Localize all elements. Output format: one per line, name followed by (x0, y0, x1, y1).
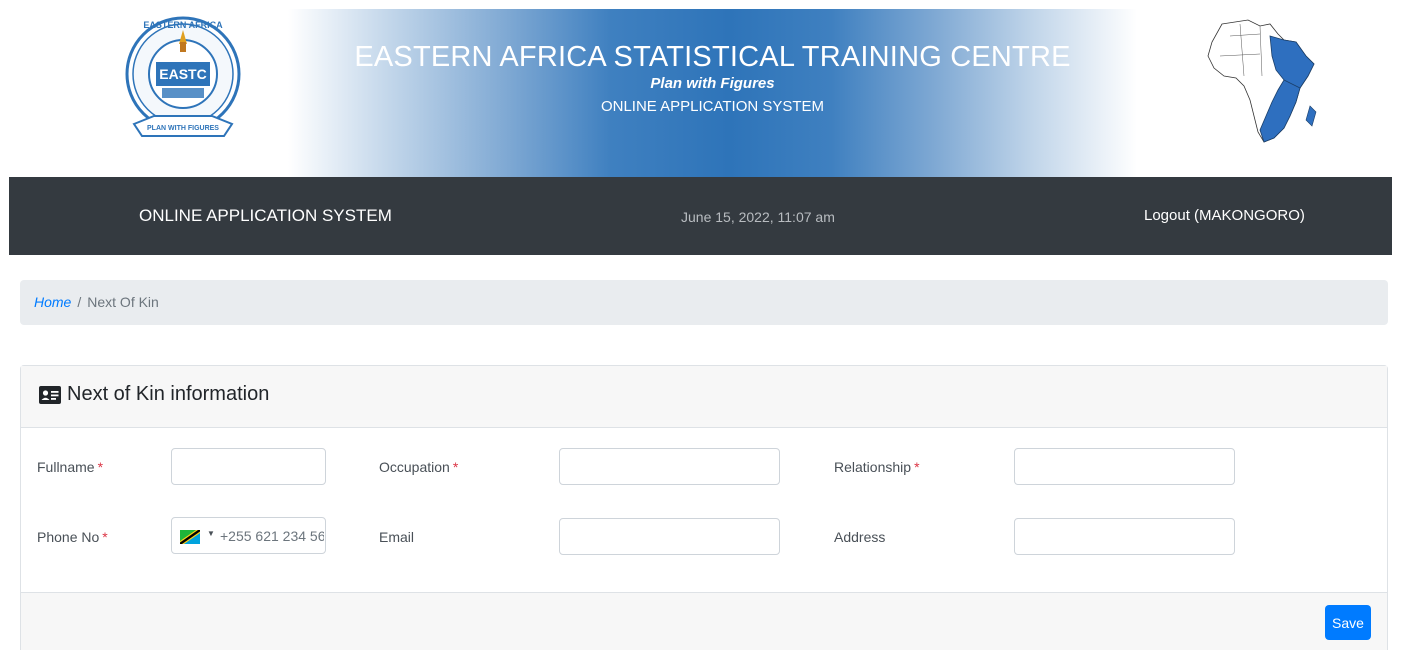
header-banner: EASTC EASTERN AFRICA PLAN WITH FIGURES E… (0, 0, 1401, 177)
site-title: EASTERN AFRICA STATISTICAL TRAINING CENT… (354, 41, 1071, 73)
card-header: Next of Kin information (21, 366, 1387, 428)
required-marker: * (452, 459, 459, 475)
africa-map-icon (1207, 19, 1317, 143)
occupation-label: Occupation * (379, 459, 458, 475)
email-label: Email (379, 529, 415, 545)
fullname-label-text: Fullname (37, 459, 95, 475)
country-dropdown-caret-icon[interactable]: ▼ (207, 529, 215, 538)
breadcrumb-separator: / (77, 294, 82, 310)
tanzania-flag-icon[interactable] (180, 530, 200, 544)
breadcrumb-home-link[interactable]: Home (34, 294, 71, 310)
site-tagline: Plan with Figures (650, 75, 775, 92)
card-title-text: Next of Kin information (67, 383, 270, 405)
address-input[interactable] (1014, 518, 1235, 555)
relationship-input[interactable] (1014, 448, 1235, 485)
site-subtitle: ONLINE APPLICATION SYSTEM (600, 98, 825, 115)
navbar-app-name[interactable]: ONLINE APPLICATION SYSTEM (139, 206, 392, 226)
navbar-datetime: June 15, 2022, 11:07 am (681, 209, 835, 225)
phone-input[interactable] (220, 519, 324, 552)
next-of-kin-card: Next of Kin information Fullname * Occupa… (20, 365, 1388, 650)
fullname-label: Fullname * (37, 459, 103, 475)
required-marker: * (97, 459, 104, 475)
top-navbar: ONLINE APPLICATION SYSTEM June 15, 2022,… (9, 177, 1392, 255)
relationship-label: Relationship * (834, 459, 920, 475)
breadcrumb: Home / Next Of Kin (20, 280, 1388, 325)
banner-text: EASTERN AFRICA STATISTICAL TRAINING CENT… (288, 40, 1137, 117)
card-footer (21, 592, 1387, 650)
eastc-logo: EASTC EASTERN AFRICA PLAN WITH FIGURES (125, 16, 241, 137)
svg-text:PLAN WITH FIGURES: PLAN WITH FIGURES (147, 125, 219, 132)
logout-link[interactable]: Logout (MAKONGORO) (1144, 207, 1305, 224)
email-input[interactable] (559, 518, 780, 555)
phone-label: Phone No * (37, 529, 108, 545)
save-button[interactable]: Save (1325, 605, 1371, 640)
occupation-input[interactable] (559, 448, 780, 485)
phone-field: ▼ (171, 517, 326, 554)
address-label: Address (834, 529, 886, 545)
fullname-input[interactable] (171, 448, 326, 485)
occupation-label-text: Occupation (379, 459, 450, 475)
breadcrumb-current: Next Of Kin (87, 294, 159, 310)
phone-label-text: Phone No (37, 529, 100, 545)
relationship-label-text: Relationship (834, 459, 912, 475)
card-title: Next of Kin information (39, 383, 269, 406)
required-marker: * (914, 459, 920, 475)
svg-text:EASTERN AFRICA: EASTERN AFRICA (143, 20, 223, 30)
id-card-icon (39, 385, 61, 404)
required-marker: * (102, 529, 108, 545)
svg-text:EASTC: EASTC (159, 66, 206, 82)
